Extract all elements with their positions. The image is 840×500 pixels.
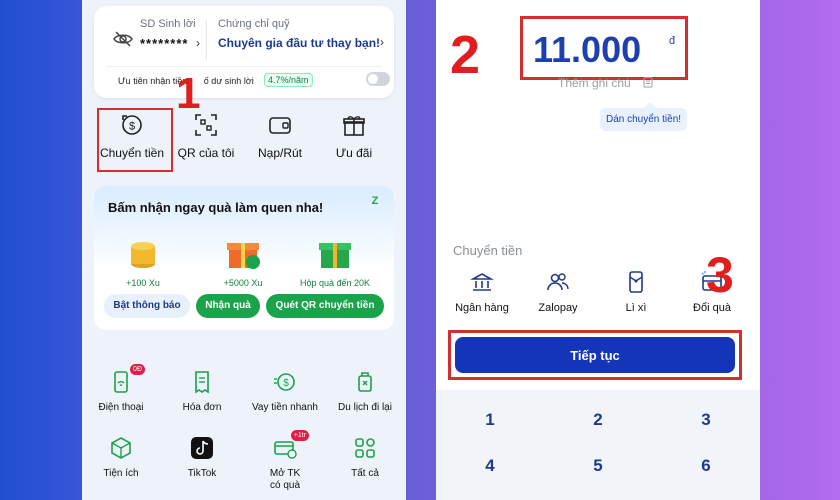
gift-caption: +5000 Xu <box>223 278 263 288</box>
tiktok-icon <box>190 436 214 460</box>
service-label: Du lịch đi lại <box>338 402 392 413</box>
grid-icon <box>353 436 377 460</box>
promo-gift: +5000 Xu <box>198 232 288 288</box>
divider <box>206 20 207 60</box>
service-all[interactable]: Tất cả <box>322 436 406 480</box>
promo-card: Bấm nhận ngay quà làm quen nha! Z +100 X… <box>94 186 394 330</box>
service-badge: +1tr <box>290 430 309 441</box>
step-marker-3: 3 <box>706 247 734 303</box>
service-label: Tất cả <box>351 468 379 479</box>
gift-box-icon <box>227 243 260 269</box>
bill-icon <box>190 370 214 394</box>
promo-title: Bấm nhận ngay quà làm quen nha! <box>108 200 324 215</box>
method-label: Zalopay <box>538 302 578 314</box>
method-lucky-money[interactable]: Lì xì <box>596 270 676 314</box>
key-5[interactable]: 5 <box>544 446 652 486</box>
quick-action-label: Ưu đãi <box>335 146 373 160</box>
gift-caption: +100 Xu <box>126 278 160 288</box>
paste-transfer-tooltip[interactable]: Dán chuyển tiền! <box>600 102 688 131</box>
gift-caption: Hộp quà đến 20K <box>299 278 371 288</box>
claim-gift-button[interactable]: Nhận quà <box>196 294 260 318</box>
divider <box>106 66 382 67</box>
highlight-box-continue: Tiếp tục <box>448 330 742 380</box>
quick-action-offers[interactable]: Ưu đãi <box>316 112 392 160</box>
method-zalopay[interactable]: Zalopay <box>518 270 598 314</box>
svg-text:$: $ <box>283 378 289 389</box>
fund-label: Chứng chỉ quỹ <box>218 18 290 30</box>
box-icon <box>109 436 133 460</box>
service-utilities[interactable]: Tiện ích <box>82 436 164 480</box>
red-envelope-icon <box>629 271 643 293</box>
method-label: Lì xì <box>625 302 647 314</box>
service-open-account[interactable]: +1tr Mở TK có quà <box>242 430 328 492</box>
rate-badge: 4.7%/năm <box>264 73 313 87</box>
step-marker-2: 2 <box>450 25 481 85</box>
service-tiktok[interactable]: TikTok <box>159 436 245 480</box>
highlight-box-amount: 11.000 đ <box>520 16 688 80</box>
fund-value[interactable]: Chuyên gia đầu tư thay bạn! <box>218 36 380 50</box>
gift-icon <box>343 116 365 136</box>
step-marker-1: 1 <box>176 69 201 118</box>
services-grid: 0Đ Điện thoại Hóa đơn $ Vay tiền nhanh D… <box>82 362 406 500</box>
quick-action-label: QR của tôi <box>177 146 235 160</box>
continue-button[interactable]: Tiếp tục <box>455 337 735 373</box>
enable-notification-button[interactable]: Bật thông báo <box>104 294 190 318</box>
zalopay-logo-icon: Z <box>371 195 379 207</box>
key-6[interactable]: 6 <box>652 446 760 486</box>
method-label: Đổi quà <box>693 302 731 314</box>
service-label: Điện thoại <box>98 402 144 413</box>
wallet-icon <box>269 117 291 134</box>
quick-action-qr[interactable]: QR của tôi <box>168 112 244 160</box>
service-label: Vay tiền nhanh <box>252 402 318 413</box>
service-bill[interactable]: Hóa đơn <box>159 370 245 414</box>
service-label: Tiện ích <box>103 468 139 479</box>
balance-value[interactable]: ******** <box>140 36 188 51</box>
phone-icon: 0Đ <box>109 364 145 394</box>
left-phone-screen: SD Sinh lời ******** › Chứng chỉ quỹ Chu… <box>82 0 406 500</box>
transfer-section-label: Chuyển tiền <box>453 243 523 258</box>
promo-gift: Hộp quà đến 20K <box>290 232 380 288</box>
service-travel[interactable]: Du lịch đi lại <box>322 370 406 414</box>
eye-slash-icon[interactable] <box>112 28 134 50</box>
gift-box-icon <box>319 243 351 268</box>
coin-stack-icon <box>131 242 155 268</box>
numeric-keypad: 1 2 3 4 5 6 <box>436 390 760 500</box>
loan-icon: $ <box>273 370 297 394</box>
bank-icon <box>470 273 494 291</box>
key-4[interactable]: 4 <box>436 446 544 486</box>
key-1[interactable]: 1 <box>436 400 544 440</box>
service-label: TikTok <box>187 468 217 479</box>
chevron-right-icon[interactable]: › <box>380 35 384 49</box>
method-label: Ngân hàng <box>455 302 509 314</box>
service-badge: 0Đ <box>130 364 145 375</box>
quick-action-topup[interactable]: Nạp/Rút <box>242 112 318 160</box>
luggage-icon <box>353 370 377 394</box>
service-label: Hóa đơn <box>182 402 222 413</box>
promo-gift: +100 Xu <box>98 232 188 288</box>
currency-symbol: đ <box>669 35 676 47</box>
priority-toggle[interactable] <box>366 72 390 86</box>
method-bank[interactable]: Ngân hàng <box>442 270 522 314</box>
note-field[interactable]: Thêm ghi chú <box>558 76 631 90</box>
service-loan[interactable]: $ Vay tiền nhanh <box>242 370 328 414</box>
balance-label: SD Sinh lời <box>140 18 196 30</box>
service-label: Mở TK có quà <box>269 468 301 491</box>
card-icon: +1tr <box>273 430 309 460</box>
highlight-box-transfer <box>97 108 173 172</box>
transfer-amount[interactable]: 11.000 <box>533 29 641 71</box>
balance-card: SD Sinh lời ******** › Chứng chỉ quỹ Chu… <box>94 6 394 98</box>
note-icon[interactable] <box>642 76 654 88</box>
service-phone[interactable]: 0Đ Điện thoại <box>82 364 164 414</box>
contacts-icon <box>547 273 569 291</box>
chevron-right-icon[interactable]: › <box>196 36 200 50</box>
scan-qr-transfer-button[interactable]: Quét QR chuyển tiền <box>266 294 384 318</box>
quick-action-label: Nạp/Rút <box>257 146 303 160</box>
key-3[interactable]: 3 <box>652 400 760 440</box>
key-2[interactable]: 2 <box>544 400 652 440</box>
